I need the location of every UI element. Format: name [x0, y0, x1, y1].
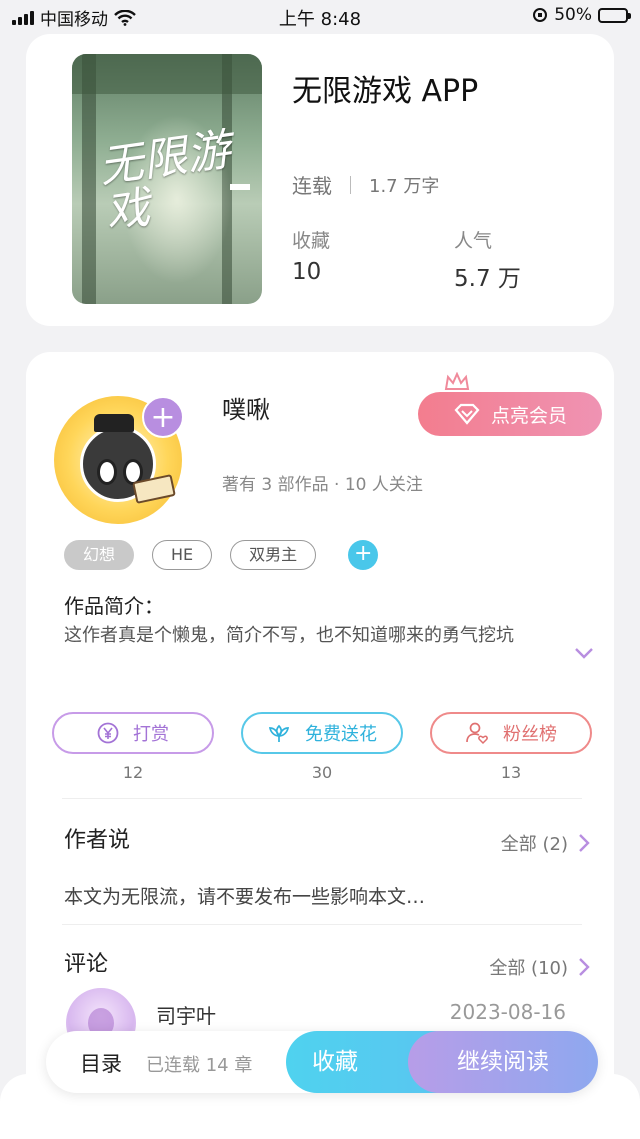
tag-item[interactable]: 双男主 — [230, 540, 317, 570]
divider — [62, 798, 582, 799]
tag-list: 幻想 HE 双男主 + — [64, 540, 379, 570]
book-info-card: 无限游戏 无限游戏 APP 连载 1.7 万字 收藏 10 人气 5.7 万 — [26, 34, 614, 326]
send-flower-button[interactable]: 免费送花 — [241, 712, 403, 754]
author-meta: 著有 3 部作品 · 10 人关注 — [222, 475, 423, 495]
stat-label: 收藏 — [292, 230, 331, 252]
cover-title: 无限游戏 — [95, 124, 234, 239]
flower-label: 免费送花 — [305, 724, 377, 745]
crown-icon — [444, 372, 470, 390]
battery-icon — [598, 7, 631, 23]
comments-all-label: 全部 (10) — [489, 958, 568, 979]
expand-chevron-icon[interactable] — [574, 646, 594, 660]
toc-button[interactable]: 目录 — [80, 1048, 122, 1078]
chevron-right-icon — [579, 834, 590, 852]
add-tag-button[interactable]: + — [348, 540, 379, 570]
continue-reading-button[interactable]: 继续阅读 — [408, 1031, 598, 1093]
tag-item[interactable]: HE — [152, 540, 213, 570]
vip-button-label: 点亮会员 — [490, 404, 567, 427]
book-title: 无限游戏 APP — [292, 74, 479, 109]
fans-label: 粉丝榜 — [503, 724, 557, 745]
comments-all-link[interactable]: 全部 (10) — [489, 954, 590, 980]
stat-value: 10 — [292, 259, 322, 285]
follow-author-button[interactable]: + — [142, 396, 184, 438]
stat-popularity: 人气 5.7 万 — [454, 226, 521, 293]
book-detail-card: + 噗啾 著有 3 部作品 · 10 人关注 点亮会员 幻想 HE 双男主 + … — [26, 352, 614, 1139]
tag-item[interactable]: 幻想 — [64, 540, 135, 570]
status-bar: 中国移动 上午 8:48 50% — [0, 0, 640, 32]
intro-text: 这作者真是个懒鬼，简介不写，也不知道哪来的勇气挖坑 — [64, 625, 514, 646]
status-right: 50% — [532, 5, 631, 25]
vip-button[interactable]: 点亮会员 — [418, 392, 602, 436]
author-says-title: 作者说 — [64, 828, 131, 853]
user-heart-icon — [466, 722, 488, 745]
divider — [62, 924, 582, 925]
flower-count: 30 — [311, 763, 333, 782]
comment-date: 2023-08-16 — [449, 1000, 566, 1024]
cover-tag — [230, 184, 250, 190]
stat-value: 5.7 万 — [454, 266, 521, 292]
reward-count: 12 — [122, 763, 144, 782]
intro-title: 作品简介： — [64, 594, 164, 618]
fans-action: 粉丝榜 13 — [430, 712, 592, 782]
commenter-name[interactable]: 司宇叶 — [156, 1000, 216, 1029]
yen-coin-icon — [97, 722, 119, 744]
fans-rank-button[interactable]: 粉丝榜 — [430, 712, 592, 754]
book-status-row: 连载 1.7 万字 — [292, 170, 439, 199]
reward-button[interactable]: 打赏 — [52, 712, 214, 754]
stat-favorites: 收藏 10 — [292, 226, 330, 285]
divider — [350, 175, 351, 194]
book-cover[interactable]: 无限游戏 — [72, 54, 262, 304]
flower-action: 免费送花 30 — [241, 712, 403, 782]
action-row: 打赏 12 免费送花 30 粉丝榜 13 — [52, 712, 592, 782]
author-name[interactable]: 噗啾 — [222, 390, 270, 425]
word-count: 1.7 万字 — [369, 175, 440, 197]
diamond-icon — [454, 403, 480, 425]
author-says-text[interactable]: 本文为无限流，请不要发布一些影响本文… — [64, 882, 425, 909]
author-says-all-label: 全部 (2) — [500, 834, 568, 855]
author-says-all-link[interactable]: 全部 (2) — [501, 830, 590, 856]
fans-count: 13 — [500, 763, 522, 782]
chevron-right-icon — [579, 958, 590, 976]
stat-label: 人气 — [454, 230, 493, 252]
reward-label: 打赏 — [133, 724, 169, 745]
chapter-count: 已连载 14 章 — [146, 1055, 253, 1076]
reward-action: 打赏 12 — [52, 712, 214, 782]
rotation-lock-icon — [533, 8, 548, 22]
battery-percent: 50% — [554, 5, 592, 25]
bottom-action-bar: 目录 已连载 14 章 收藏 继续阅读 — [46, 1031, 598, 1093]
comments-title: 评论 — [64, 952, 109, 977]
serial-status: 连载 — [292, 174, 332, 198]
flower-icon — [268, 724, 290, 742]
